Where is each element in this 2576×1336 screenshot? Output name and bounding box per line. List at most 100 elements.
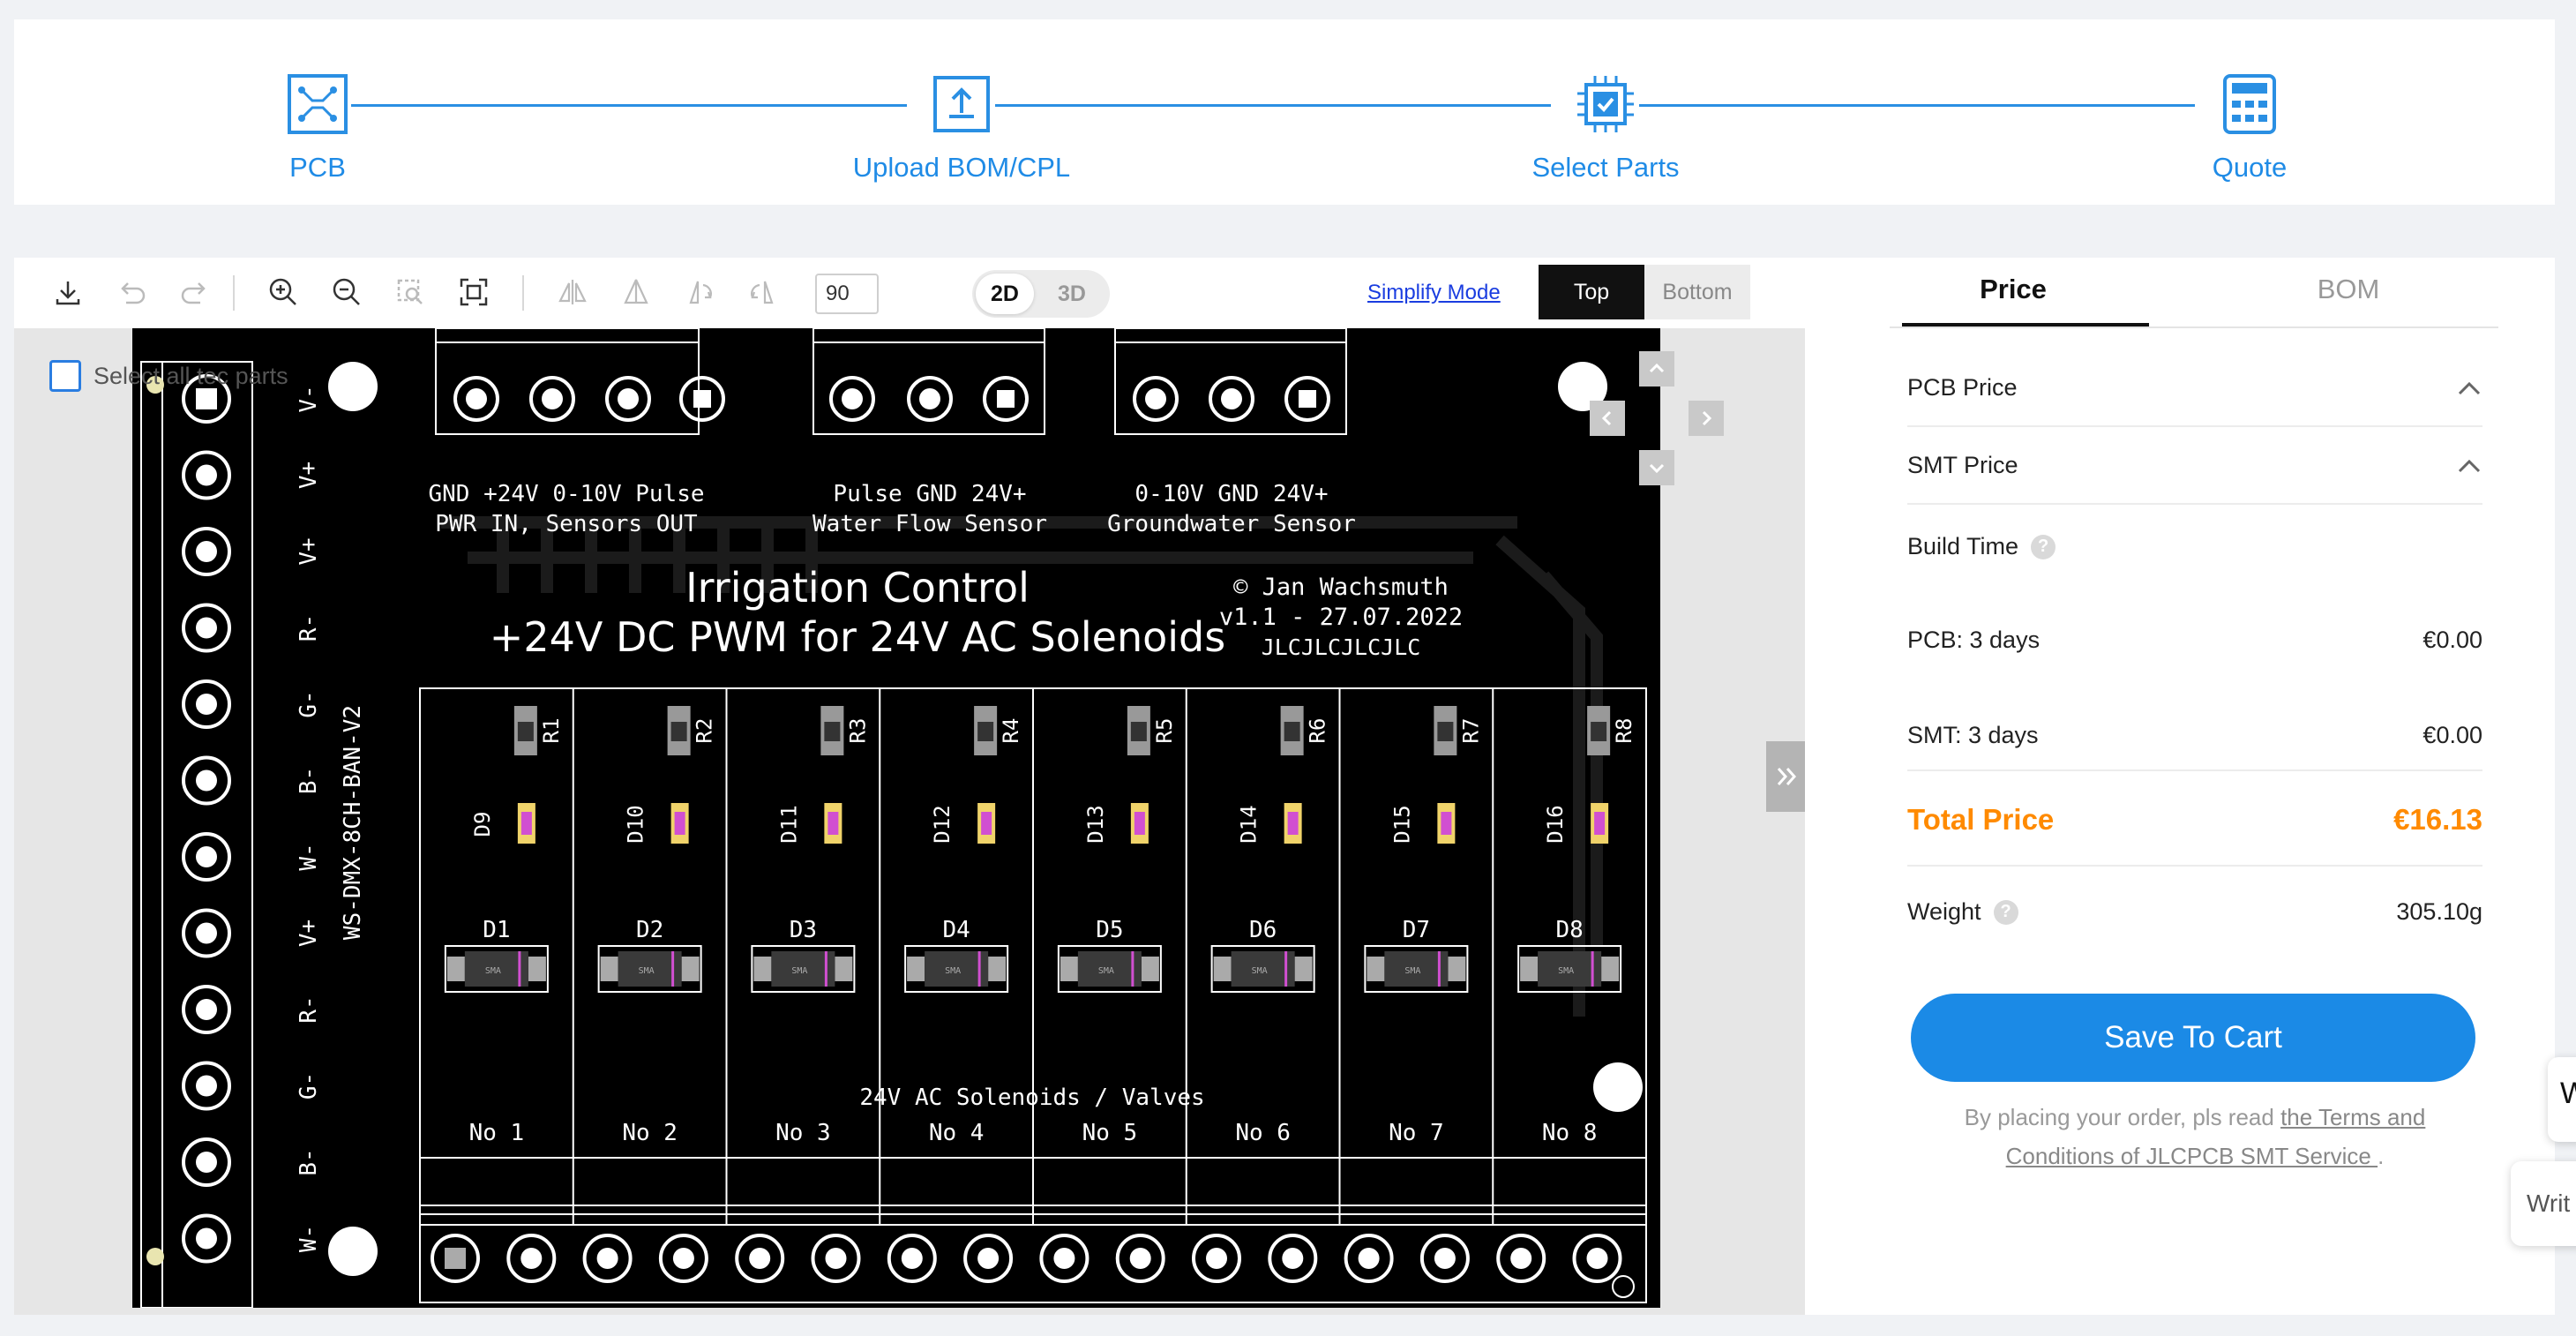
step-label: Upload BOM/CPL xyxy=(852,152,1071,183)
diode-label: D8 xyxy=(1555,917,1583,943)
diode-label: D2 xyxy=(636,917,663,943)
terminal-pad-core xyxy=(196,694,217,715)
save-to-cart-button[interactable]: Save To Cart xyxy=(1911,994,2475,1082)
channel-label: No 6 xyxy=(1235,1120,1291,1146)
chevron-down-icon xyxy=(1649,463,1665,474)
flip-vertical-icon[interactable] xyxy=(614,270,658,314)
pcb-days-value: €0.00 xyxy=(2422,627,2482,653)
terminal-3-caption: Groundwater Sensor xyxy=(1107,511,1356,537)
tab-price[interactable]: Price xyxy=(1890,274,2137,305)
view-2d-button[interactable]: 2D xyxy=(976,274,1034,314)
pan-up-button[interactable] xyxy=(1639,351,1674,387)
led-label: D9 xyxy=(470,812,495,837)
help-icon[interactable]: ? xyxy=(2031,534,2056,559)
select-all-checkbox[interactable] xyxy=(49,360,81,392)
smt-days-row: SMT: 3 days €0.00 xyxy=(1907,722,2482,749)
floating-widget[interactable]: W xyxy=(2548,1057,2576,1142)
pin-label: V- xyxy=(296,385,322,412)
diode-pad xyxy=(753,957,772,981)
pan-right-button[interactable] xyxy=(1689,401,1724,436)
help-icon[interactable]: ? xyxy=(1993,899,2018,925)
step-quote[interactable]: Quote xyxy=(2108,71,2391,184)
terms-prefix: By placing your order, pls read xyxy=(1964,1104,2281,1130)
rotate-right-icon[interactable] xyxy=(741,270,785,314)
download-icon[interactable] xyxy=(46,270,90,314)
chevron-up-icon[interactable] xyxy=(2456,457,2482,475)
diode-marking: SMA xyxy=(1404,966,1420,976)
pin-label: R- xyxy=(296,614,322,642)
flip-horizontal-icon[interactable] xyxy=(550,270,595,314)
resistor-body xyxy=(824,722,841,741)
feedback-widget[interactable]: Writ xyxy=(2511,1161,2576,1246)
pin-label: B- xyxy=(296,767,322,794)
terms-notice: By placing your order, pls read the Term… xyxy=(1907,1098,2482,1175)
pan-down-button[interactable] xyxy=(1639,450,1674,485)
terminal-2-caption: Water Flow Sensor xyxy=(812,511,1047,537)
terminal-pad-core xyxy=(672,1248,694,1269)
undo-icon[interactable] xyxy=(109,270,154,314)
chevron-up-icon xyxy=(1649,363,1665,373)
build-time-label: Build Time xyxy=(1907,533,2019,559)
diode-pad xyxy=(446,957,465,981)
terminal-pad-core xyxy=(196,846,217,867)
terminal-pad-core xyxy=(196,617,217,639)
tab-bom[interactable]: BOM xyxy=(2225,274,2472,305)
pin-label: V+ xyxy=(296,537,322,565)
double-chevron-right-icon xyxy=(1777,768,1797,785)
led-label: D16 xyxy=(1543,805,1568,843)
channel-label: No 5 xyxy=(1082,1120,1138,1146)
redo-icon[interactable] xyxy=(173,270,217,314)
pcb-viewer[interactable]: V- V+ V+ R- G- B- W- V+ R- G- B- W- WS-DMX-8CH-BAN-… xyxy=(14,328,1805,1315)
resistor-label: R7 xyxy=(1458,718,1483,744)
diode-pad xyxy=(1141,957,1159,981)
resistor-body xyxy=(670,722,687,741)
led-body xyxy=(674,812,685,835)
board-subtitle: +24V DC PWM for 24V AC Solenoids xyxy=(490,613,1225,661)
diode-pad xyxy=(835,957,853,981)
diode-pad xyxy=(1060,957,1078,981)
view-3d-button[interactable]: 3D xyxy=(1043,274,1101,314)
pcb-board[interactable]: V- V+ V+ R- G- B- W- V+ R- G- B- W- WS-DMX-8CH-BAN-… xyxy=(132,328,1660,1308)
upload-icon xyxy=(928,71,995,138)
expand-panel-button[interactable] xyxy=(1766,741,1805,812)
diode-marking: SMA xyxy=(1558,966,1574,976)
pin-label: B- xyxy=(296,1148,322,1175)
channel-label: No 4 xyxy=(929,1120,985,1146)
smt-price-row[interactable]: SMT Price xyxy=(1907,452,2482,479)
step-upload[interactable]: Upload BOM/CPL xyxy=(820,71,1103,184)
pan-left-button[interactable] xyxy=(1590,401,1625,436)
side-bottom-button[interactable]: Bottom xyxy=(1644,265,1750,319)
panel-tabs: Price BOM xyxy=(1890,258,2498,328)
diode-pad xyxy=(1294,957,1313,981)
resistor-label: R5 xyxy=(1152,718,1177,744)
viewer-toolbar: 2D 3D Simplify Mode Top Bottom xyxy=(14,258,1805,328)
terminal-pad-core xyxy=(1282,1248,1304,1269)
diode-pad xyxy=(681,957,700,981)
step-pcb[interactable]: PCB xyxy=(176,71,459,184)
weight-value: 305.10g xyxy=(2396,898,2482,925)
pcb-price-row[interactable]: PCB Price xyxy=(1907,374,2482,402)
channel-label: No 1 xyxy=(469,1120,525,1146)
zoom-area-icon[interactable] xyxy=(388,270,432,314)
smt-price-label: SMT Price xyxy=(1907,452,2018,478)
chip-icon xyxy=(1572,71,1639,138)
view-mode-toggle: 2D 3D xyxy=(972,270,1110,318)
zoom-out-icon[interactable] xyxy=(325,270,369,314)
weight-row: Weight? 305.10g xyxy=(1907,898,2482,926)
zoom-in-icon[interactable] xyxy=(261,270,305,314)
step-select-parts[interactable]: Select Parts xyxy=(1464,71,1747,184)
terminal-pad-core xyxy=(749,1248,771,1269)
rotate-left-icon[interactable] xyxy=(678,270,722,314)
simplify-mode-link[interactable]: Simplify Mode xyxy=(1367,281,1501,305)
fit-screen-icon[interactable] xyxy=(452,270,496,314)
weight-label: Weight xyxy=(1907,898,1981,925)
terminal-pad-core xyxy=(196,769,217,792)
terminal-pad-core xyxy=(596,1248,618,1269)
step-label: PCB xyxy=(289,152,346,183)
side-top-button[interactable]: Top xyxy=(1539,265,1644,319)
chevron-up-icon[interactable] xyxy=(2456,379,2482,397)
diode-marking: SMA xyxy=(1098,966,1114,976)
select-all-control[interactable]: Select all tec parts xyxy=(49,360,288,392)
terminal-pad-core xyxy=(1510,1248,1532,1269)
rotation-angle-input[interactable] xyxy=(815,274,879,314)
